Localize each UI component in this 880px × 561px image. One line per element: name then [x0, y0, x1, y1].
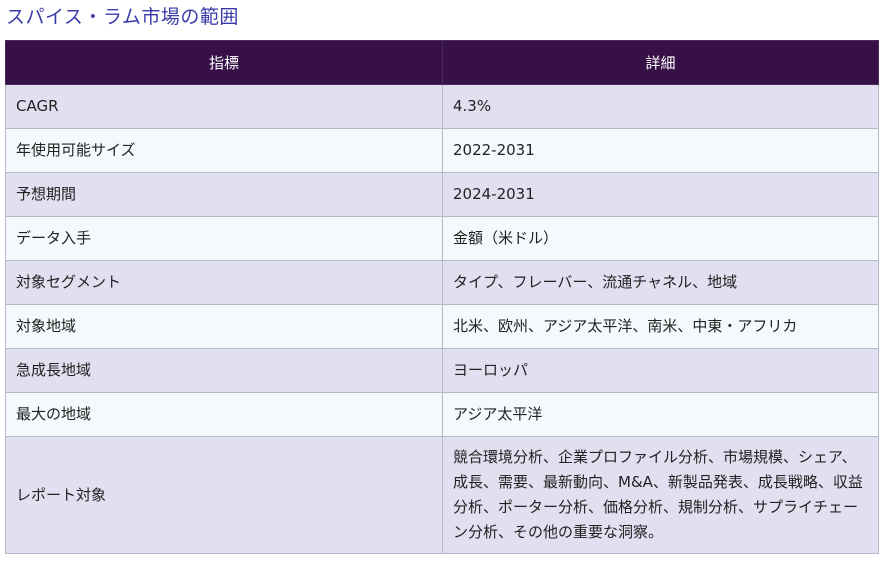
row-detail-regions: 北米、欧州、アジア太平洋、南米、中東・アフリカ — [442, 304, 879, 349]
table-row: データ入手 金額（米ドル） — [5, 216, 879, 261]
row-detail-forecast-period: 2024-2031 — [442, 172, 879, 217]
market-scope-table: 指標 詳細 CAGR 4.3% 年使用可能サイズ 2022-2031 予想期間 … — [5, 40, 879, 554]
table-row: 予想期間 2024-2031 — [5, 172, 879, 217]
page-title: スパイス・ラム市場の範囲 — [6, 6, 239, 28]
table-row: 年使用可能サイズ 2022-2031 — [5, 128, 879, 173]
table-row: レポート対象 競合環境分析、企業プロファイル分析、市場規模、シェア、成長、需要、… — [5, 436, 879, 554]
table-row: 対象地域 北米、欧州、アジア太平洋、南米、中東・アフリカ — [5, 304, 879, 349]
row-detail-fastest-region: ヨーロッパ — [442, 348, 879, 393]
row-metric-largest-region: 最大の地域 — [5, 392, 443, 437]
table-header-row: 指標 詳細 — [5, 40, 879, 85]
table-row: 対象セグメント タイプ、フレーバー、流通チャネル、地域 — [5, 260, 879, 305]
table-row: 急成長地域 ヨーロッパ — [5, 348, 879, 393]
header-metric: 指標 — [5, 40, 443, 85]
row-detail-largest-region: アジア太平洋 — [442, 392, 879, 437]
row-metric-data-available: データ入手 — [5, 216, 443, 261]
table-row: 最大の地域 アジア太平洋 — [5, 392, 879, 437]
table-row: CAGR 4.3% — [5, 84, 879, 129]
row-detail-report-coverage: 競合環境分析、企業プロファイル分析、市場規模、シェア、成長、需要、最新動向、M&… — [442, 436, 879, 554]
row-detail-segments: タイプ、フレーバー、流通チャネル、地域 — [442, 260, 879, 305]
row-detail-usable-years: 2022-2031 — [442, 128, 879, 173]
row-metric-fastest-region: 急成長地域 — [5, 348, 443, 393]
row-detail-data-available: 金額（米ドル） — [442, 216, 879, 261]
row-metric-report-coverage: レポート対象 — [5, 436, 443, 554]
row-metric-regions: 対象地域 — [5, 304, 443, 349]
row-detail-cagr: 4.3% — [442, 84, 879, 129]
row-metric-cagr: CAGR — [5, 84, 443, 129]
header-detail: 詳細 — [442, 40, 879, 85]
row-metric-usable-years: 年使用可能サイズ — [5, 128, 443, 173]
row-metric-segments: 対象セグメント — [5, 260, 443, 305]
row-metric-forecast-period: 予想期間 — [5, 172, 443, 217]
